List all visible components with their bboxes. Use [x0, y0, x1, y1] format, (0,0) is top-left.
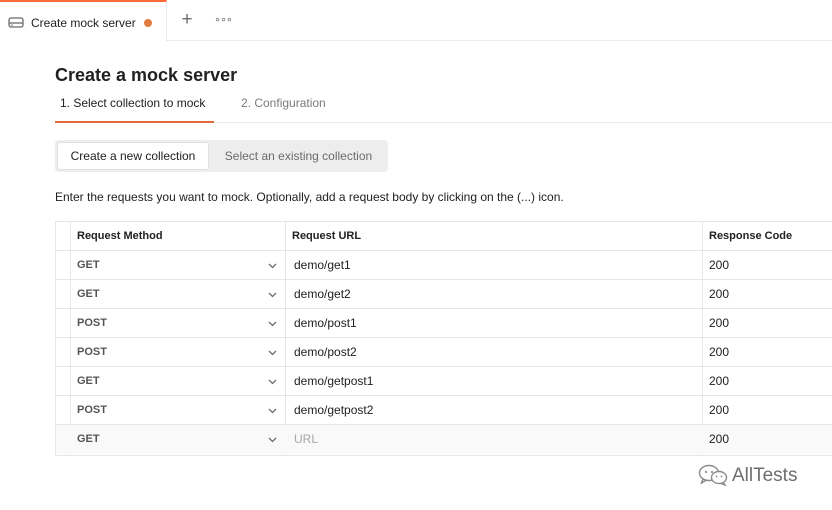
wechat-icon [698, 464, 728, 486]
method-select[interactable]: GET [77, 425, 100, 454]
url-input[interactable]: demo/post2 [294, 338, 357, 367]
url-input[interactable]: demo/post1 [294, 309, 357, 338]
chevron-down-icon[interactable] [267, 434, 278, 445]
step-select-collection[interactable]: 1. Select collection to mock [55, 96, 214, 123]
table-row: POST demo/post1 200 [56, 309, 832, 338]
mock-server-icon [8, 17, 24, 28]
chevron-down-icon[interactable] [267, 318, 278, 329]
method-select[interactable]: GET [77, 280, 100, 309]
tab-label: Create mock server [31, 16, 136, 30]
select-existing-collection-option[interactable]: Select an existing collection [211, 142, 386, 170]
header-request-url: Request URL [292, 230, 362, 242]
url-input-placeholder[interactable]: URL [294, 425, 318, 454]
create-new-collection-option[interactable]: Create a new collection [57, 142, 209, 170]
table-row: GET demo/getpost1 200 [56, 367, 832, 396]
helper-text: Enter the requests you want to mock. Opt… [55, 190, 564, 204]
url-input[interactable]: demo/get2 [294, 280, 351, 309]
wizard-steps: 1. Select collection to mock 2. Configur… [55, 90, 832, 123]
plus-icon[interactable]: + [178, 10, 196, 29]
requests-table: Request Method Request URL Response Code… [55, 221, 832, 456]
page-title: Create a mock server [55, 65, 238, 85]
response-code-input[interactable]: 200 [709, 280, 729, 309]
response-code-input[interactable]: 200 [709, 425, 729, 454]
chevron-down-icon[interactable] [267, 289, 278, 300]
chevron-down-icon[interactable] [267, 376, 278, 387]
url-input[interactable]: demo/getpost1 [294, 367, 373, 396]
method-select[interactable]: POST [77, 309, 107, 338]
response-code-input[interactable]: 200 [709, 396, 729, 425]
table-row: GET demo/get1 200 [56, 251, 832, 280]
method-select[interactable]: POST [77, 338, 107, 367]
header-response-code: Response Code [709, 230, 793, 242]
response-code-input[interactable]: 200 [709, 309, 729, 338]
chevron-down-icon[interactable] [267, 347, 278, 358]
collection-source-toggle: Create a new collection Select an existi… [55, 140, 388, 172]
ellipsis-icon[interactable]: ∘∘∘ [214, 12, 233, 28]
table-row: POST demo/getpost2 200 [56, 396, 832, 425]
method-select[interactable]: GET [77, 367, 100, 396]
chevron-down-icon[interactable] [267, 260, 278, 271]
tab-create-mock-server[interactable]: Create mock server [0, 0, 167, 41]
chevron-down-icon[interactable] [267, 405, 278, 416]
response-code-input[interactable]: 200 [709, 251, 729, 280]
watermark-text: AllTests [732, 465, 798, 486]
method-select[interactable]: POST [77, 396, 107, 425]
unsaved-indicator [144, 19, 152, 27]
url-input[interactable]: demo/get1 [294, 251, 351, 280]
response-code-input[interactable]: 200 [709, 338, 729, 367]
url-input[interactable]: demo/getpost2 [294, 396, 373, 425]
table-header: Request Method Request URL Response Code [56, 222, 832, 251]
tab-bar: Create mock server + ∘∘∘ [0, 0, 832, 41]
header-request-method: Request Method [77, 230, 163, 242]
table-row: GET demo/get2 200 [56, 280, 832, 309]
table-row: POST demo/post2 200 [56, 338, 832, 367]
step-configuration[interactable]: 2. Configuration [241, 96, 326, 123]
new-request-row: GET URL 200 [56, 425, 832, 454]
response-code-input[interactable]: 200 [709, 367, 729, 396]
method-select[interactable]: GET [77, 251, 100, 280]
